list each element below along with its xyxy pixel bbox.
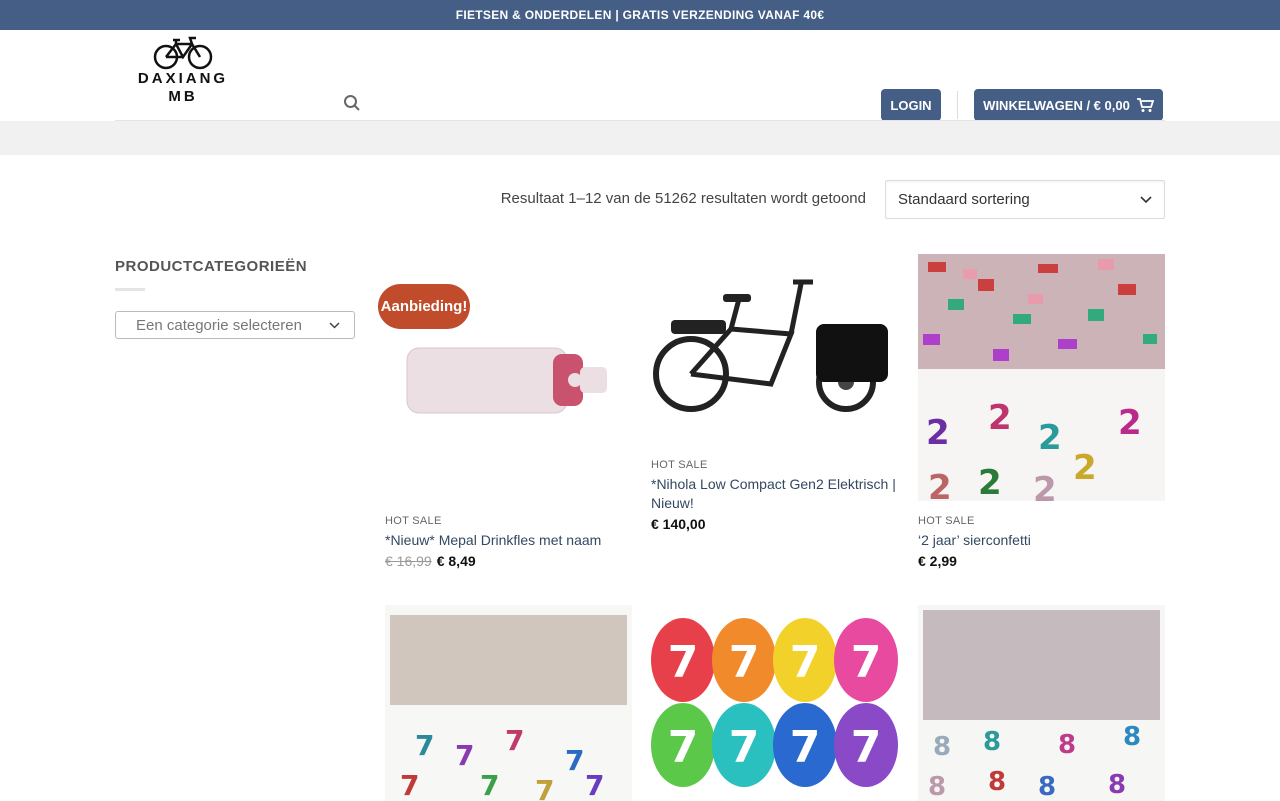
current-price: € 2,99	[918, 553, 957, 569]
product-card[interactable]: 88 88 88 88	[918, 605, 1165, 801]
svg-text:7: 7	[415, 729, 434, 762]
product-price: € 16,99 € 8,49	[385, 553, 632, 569]
breadcrumb-band	[0, 121, 1280, 155]
current-price: € 140,00	[651, 516, 706, 532]
svg-text:7: 7	[668, 722, 699, 773]
svg-text:8: 8	[928, 772, 946, 801]
top-announcement-bar: FIETSEN & ONDERDELEN | GRATIS VERZENDING…	[0, 0, 1280, 30]
product-card[interactable]: 77 77 77 77	[385, 605, 632, 801]
svg-text:2: 2	[1118, 403, 1142, 443]
svg-text:2: 2	[928, 468, 952, 501]
svg-text:8: 8	[988, 767, 1006, 797]
product-image[interactable]: 88 88 88 88	[918, 605, 1165, 801]
product-card[interactable]: Aanbieding! HOT SALE *Nieuw* Mepal Drink…	[378, 254, 632, 569]
svg-text:8: 8	[983, 727, 1001, 757]
svg-text:7: 7	[668, 637, 699, 688]
product-label: HOT SALE	[385, 515, 442, 527]
logo-line-2: MB	[168, 88, 198, 105]
login-button[interactable]: LOGIN	[881, 89, 941, 121]
svg-text:7: 7	[505, 724, 524, 757]
old-price: € 16,99	[385, 553, 432, 569]
product-image[interactable]: 7 7 7 7 7 7 7 7	[651, 605, 898, 801]
svg-text:2: 2	[1038, 418, 1062, 458]
bicycle-logo-icon	[153, 36, 213, 70]
product-title[interactable]: *Nieuw* Mepal Drinkfles met naam	[385, 531, 632, 550]
product-label: HOT SALE	[918, 515, 975, 527]
cart-button[interactable]: WINKELWAGEN / € 0,00	[974, 89, 1163, 121]
login-label: LOGIN	[890, 97, 932, 113]
product-image[interactable]: 77 77 77 77	[385, 605, 632, 801]
product-image[interactable]	[651, 254, 898, 449]
svg-text:8: 8	[1038, 772, 1056, 801]
svg-text:2: 2	[926, 413, 950, 453]
svg-text:7: 7	[400, 769, 419, 801]
svg-text:7: 7	[455, 739, 474, 772]
product-price: € 140,00	[651, 516, 898, 532]
svg-text:7: 7	[565, 744, 584, 777]
heading-underline	[115, 288, 145, 291]
announcement-text: FIETSEN & ONDERDELEN | GRATIS VERZENDING…	[455, 8, 825, 22]
site-header: DAXIANG MB LOGIN WINKELWAGEN / € 0,00	[0, 30, 1280, 121]
svg-text:7: 7	[790, 722, 821, 773]
product-price: € 2,99	[918, 553, 1165, 569]
svg-text:7: 7	[729, 637, 760, 688]
header-divider	[957, 91, 958, 119]
svg-text:8: 8	[933, 732, 951, 762]
svg-text:7: 7	[851, 637, 882, 688]
svg-text:2: 2	[978, 463, 1002, 501]
svg-text:8: 8	[1058, 730, 1076, 760]
product-label: HOT SALE	[651, 459, 708, 471]
svg-text:7: 7	[480, 769, 499, 801]
cart-label: WINKELWAGEN / € 0,00	[983, 97, 1130, 113]
product-image[interactable]: 2 2 2 2 2 2 2 2	[918, 254, 1165, 501]
current-price: € 8,49	[436, 553, 476, 569]
sidebar-heading: PRODUCTCATEGORIEËN	[115, 258, 308, 275]
category-select-placeholder: Een categorie selecteren	[136, 316, 302, 334]
sale-badge: Aanbieding!	[378, 284, 470, 329]
search-icon[interactable]	[343, 94, 361, 117]
cart-icon	[1136, 97, 1154, 112]
svg-text:2: 2	[988, 398, 1012, 438]
sort-selected: Standaard sortering	[898, 191, 1030, 208]
logo-line-1: DAXIANG	[137, 70, 229, 87]
svg-text:2: 2	[1073, 448, 1097, 488]
header-bottom-line	[115, 120, 1165, 121]
sidebar: PRODUCTCATEGORIEËN Een categorie selecte…	[115, 258, 355, 339]
product-title[interactable]: ‘2 jaar’ sierconfetti	[918, 531, 1165, 550]
chevron-down-icon	[329, 321, 340, 329]
results-toolbar: Resultaat 1–12 van de 51262 resultaten w…	[115, 180, 1165, 219]
product-card[interactable]: HOT SALE *Nihola Low Compact Gen2 Elektr…	[651, 254, 898, 532]
result-count: Resultaat 1–12 van de 51262 resultaten w…	[500, 190, 866, 207]
sort-select[interactable]: Standaard sortering	[885, 180, 1165, 219]
svg-text:7: 7	[790, 637, 821, 688]
svg-text:8: 8	[1123, 722, 1141, 752]
svg-text:8: 8	[1108, 770, 1126, 800]
svg-text:7: 7	[851, 722, 882, 773]
product-card[interactable]: 7 7 7 7 7 7 7 7	[651, 605, 898, 801]
product-title[interactable]: *Nihola Low Compact Gen2 Elektrisch | Ni…	[651, 475, 898, 513]
category-select[interactable]: Een categorie selecteren	[115, 311, 355, 339]
svg-text:7: 7	[535, 774, 554, 801]
svg-text:7: 7	[585, 769, 604, 801]
svg-text:7: 7	[729, 722, 760, 773]
site-logo[interactable]: DAXIANG MB	[131, 36, 235, 116]
product-card[interactable]: 2 2 2 2 2 2 2 2 HOT SALE ‘2 jaar’ sierco…	[918, 254, 1165, 569]
svg-text:2: 2	[1033, 470, 1057, 501]
chevron-down-icon	[1140, 195, 1152, 203]
